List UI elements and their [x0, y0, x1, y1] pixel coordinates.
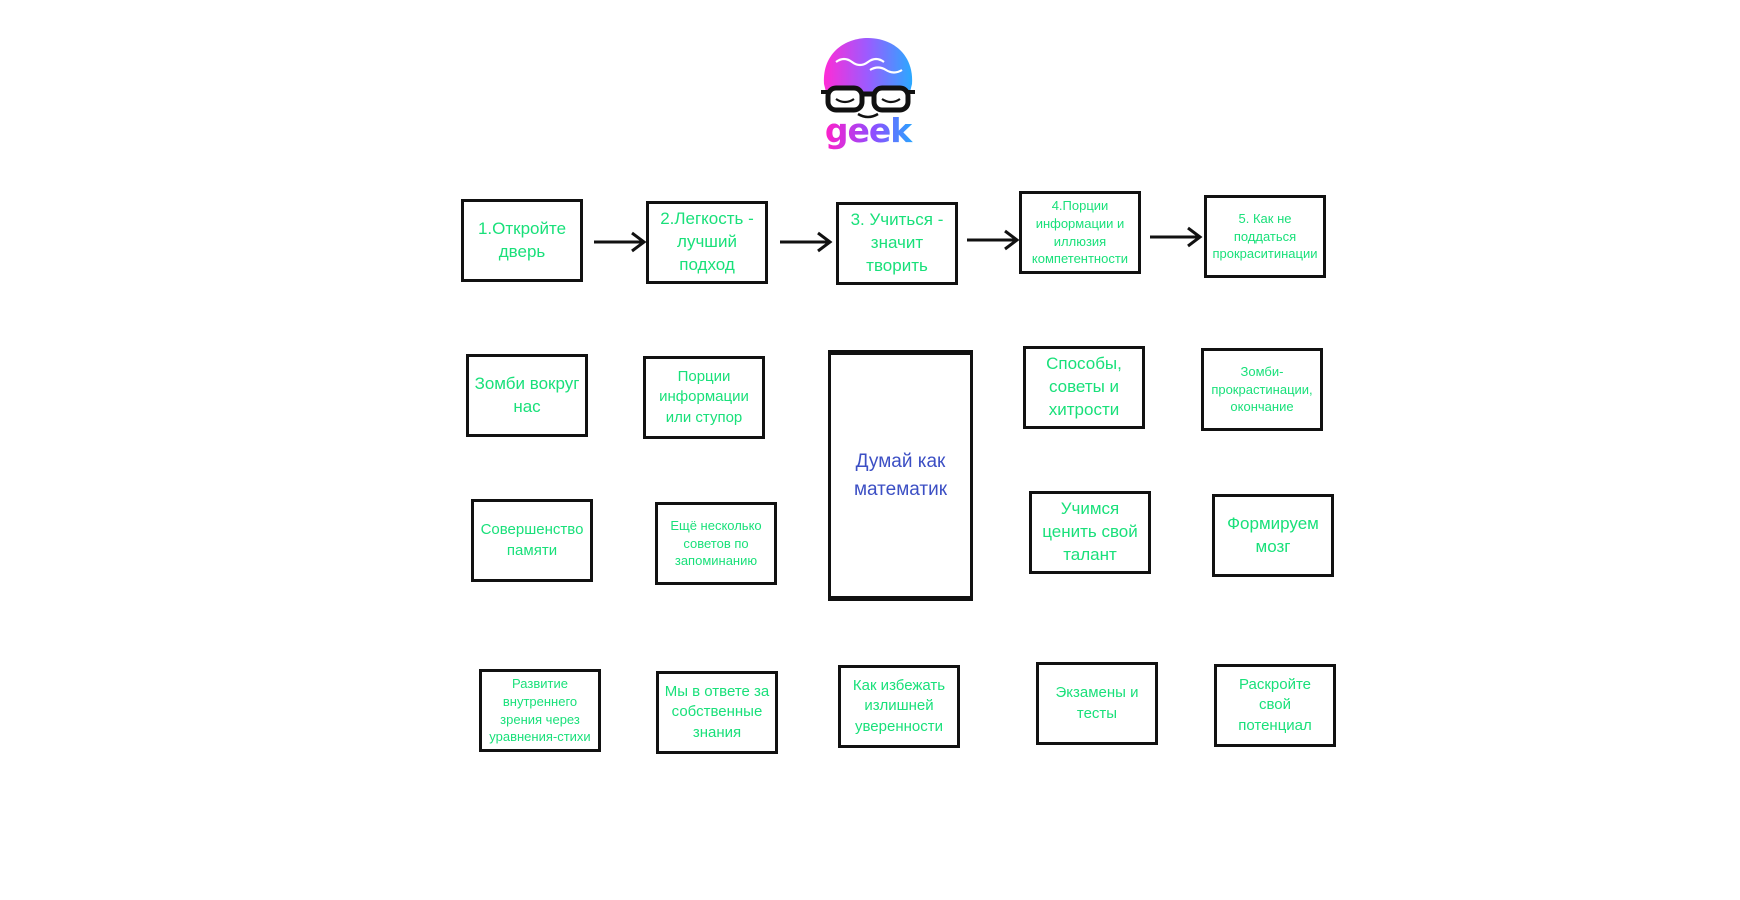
svg-text:geek: geek — [825, 112, 913, 150]
topic-label: Зомби-прокрастинации, окончание — [1211, 364, 1313, 415]
topic-label: Способы, советы и хитрости — [1046, 354, 1122, 419]
arrow-4-5 — [1148, 225, 1204, 249]
topic-brain-box[interactable]: Формируем мозг — [1212, 494, 1334, 577]
center-label: Думай как математик — [853, 450, 948, 500]
topic-label: Совершенство памяти — [480, 521, 584, 559]
topic-inner-vision-box[interactable]: Развитие внутреннего зрения через уравне… — [479, 669, 601, 752]
topic-zombie-box[interactable]: Зомби вокруг нас — [466, 354, 588, 437]
topic-procrastination-end-box[interactable]: Зомби-прокрастинации, окончание — [1201, 348, 1323, 431]
arrow-right-icon — [780, 231, 833, 253]
topic-potential-box[interactable]: Раскройте свой потенциал — [1214, 664, 1336, 747]
step-4-label: 4.Порции информации и иллюзия компетентн… — [1031, 198, 1129, 267]
topic-label: Экзамены и тесты — [1055, 684, 1139, 722]
topic-label: Ещё несколько советов по запоминанию — [670, 518, 762, 569]
topic-label: Раскройте свой потенциал — [1238, 676, 1312, 734]
topic-label: Развитие внутреннего зрения через уравне… — [489, 676, 591, 745]
center-think-math-box[interactable]: Думай как математик — [828, 350, 973, 601]
arrow-right-icon — [967, 229, 1020, 251]
topic-label: Как избежать излишней уверенности — [852, 677, 946, 735]
step-1-label: 1.Откройте дверь — [477, 218, 567, 261]
arrow-2-3 — [778, 230, 834, 254]
topic-label: Порции информации или ступор — [659, 368, 749, 426]
topic-talent-box[interactable]: Учимся ценить свой талант — [1029, 491, 1151, 574]
topic-label: Формируем мозг — [1227, 513, 1319, 556]
step-2-box[interactable]: 2.Легкость - лучший подход — [646, 201, 768, 284]
topic-exams-box[interactable]: Экзамены и тесты — [1036, 662, 1158, 745]
geek-logo: geek — [818, 34, 938, 154]
topic-memory-box[interactable]: Совершенство памяти — [471, 499, 593, 582]
topic-chunks-box[interactable]: Порции информации или ступор — [643, 356, 765, 439]
topic-label: Мы в ответе за собственные знания — [664, 683, 770, 741]
topic-label: Зомби вокруг нас — [474, 373, 580, 416]
topic-more-tips-box[interactable]: Ещё несколько советов по запоминанию — [655, 502, 777, 585]
arrow-right-icon — [1150, 226, 1203, 248]
step-5-box[interactable]: 5. Как не поддаться прокраситинации — [1204, 195, 1326, 278]
step-1-box[interactable]: 1.Откройте дверь — [461, 199, 583, 282]
step-2-label: 2.Легкость - лучший подход — [660, 209, 754, 274]
logo-text: geek — [818, 111, 918, 160]
step-5-label: 5. Как не поддаться прокраситинации — [1212, 211, 1318, 262]
topic-label: Учимся ценить свой талант — [1042, 499, 1138, 564]
arrow-3-4 — [965, 228, 1021, 252]
step-4-box[interactable]: 4.Порции информации и иллюзия компетентн… — [1019, 191, 1141, 274]
topic-overconfidence-box[interactable]: Как избежать излишней уверенности — [838, 665, 960, 748]
arrow-right-icon — [594, 231, 647, 253]
step-3-label: 3. Учиться - значит творить — [850, 210, 944, 275]
arrow-1-2 — [592, 230, 648, 254]
topic-tips-box[interactable]: Способы, советы и хитрости — [1023, 346, 1145, 429]
topic-responsibility-box[interactable]: Мы в ответе за собственные знания — [656, 671, 778, 754]
step-3-box[interactable]: 3. Учиться - значит творить — [836, 202, 958, 285]
